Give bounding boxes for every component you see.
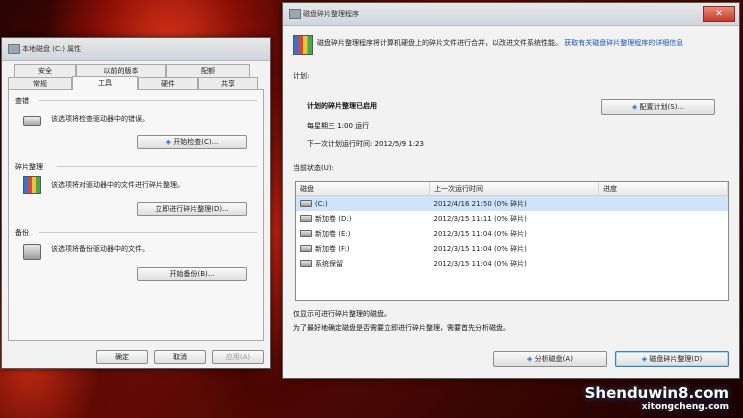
defragment-disk-label: 磁盘碎片整理(D) — [649, 355, 703, 363]
close-button[interactable]: ✕ — [703, 6, 735, 22]
volume-name-cell: 新加卷 (D:) — [296, 211, 430, 226]
drive-icon — [300, 260, 312, 267]
backup-divider — [39, 232, 257, 233]
tab-quota[interactable]: 配额 — [166, 64, 250, 77]
table-row[interactable]: 系统保留 2012/3/15 11:04 (0% 碎片) — [296, 256, 728, 271]
defrag-app-icon — [289, 9, 301, 19]
configure-schedule-button[interactable]: ◈ 配置计划(S)... — [601, 99, 715, 115]
last-run-cell: 2012/3/15 11:04 (0% 碎片) — [433, 229, 527, 238]
defragmenter-window: 磁盘碎片整理程序 ✕ 磁盘碎片整理程序将计算机硬盘上的碎片文件进行合并，以改进文… — [282, 2, 740, 379]
next-run-time: 下一次计划运行时间: 2012/5/9 1:23 — [307, 140, 424, 148]
progress-cell — [599, 196, 728, 212]
learn-more-link[interactable]: 获取有关磁盘碎片整理程序的详细信息 — [564, 39, 683, 47]
drive-icon — [300, 215, 312, 222]
backup-section-title: 备份 — [15, 229, 29, 237]
volume-name-cell: 新加卷 (E:) — [296, 226, 430, 241]
analyze-disk-label: 分析磁盘(A) — [534, 355, 573, 363]
shield-icon: ◈ — [631, 103, 638, 111]
configure-schedule-label: 配置计划(S)... — [639, 103, 685, 111]
apply-button[interactable]: 应用(A) — [212, 350, 264, 364]
note-line-2: 为了最好地确定磁盘是否需要立即进行碎片整理，需要首先分析磁盘。 — [293, 324, 510, 332]
properties-window: 本地磁盘 (C:) 属性 安全 以前的版本 配额 常规 工具 硬件 共享 查错 … — [1, 37, 271, 369]
schedule-label: 计划: — [293, 72, 310, 80]
defragmenter-title: 磁盘碎片整理程序 — [303, 10, 359, 18]
defrag-now-label: 立即进行碎片整理(D)... — [155, 205, 229, 213]
analyze-disk-button[interactable]: ◈ 分析磁盘(A) — [493, 351, 607, 367]
start-backup-label: 开始备份(B)... — [169, 270, 215, 278]
check-divider — [39, 100, 257, 101]
defrag-icon — [23, 176, 41, 194]
column-header-last-run[interactable]: 上一次运行时间 — [429, 182, 599, 196]
table-row[interactable]: 新加卷 (D:) 2012/3/15 11:11 (0% 碎片) — [296, 211, 728, 226]
defrag-section-title: 碎片整理 — [15, 163, 43, 171]
column-header-progress[interactable]: 进度 — [598, 182, 728, 196]
intro-text: 磁盘碎片整理程序将计算机硬盘上的碎片文件进行合并，以改进文件系统性能。 获取有关… — [317, 37, 727, 49]
schedule-when: 每星期三 1:00 运行 — [307, 122, 370, 130]
volume-name: 新加卷 (D:) — [315, 214, 352, 223]
volume-name-cell: 系统保留 — [296, 256, 430, 271]
check-section-title: 查错 — [15, 97, 29, 105]
schedule-status: 计划的碎片整理已启用 — [307, 102, 377, 110]
check-description: 该选项将检查驱动器中的错误。 — [51, 115, 149, 123]
tab-security[interactable]: 安全 — [14, 64, 76, 77]
backup-description: 该选项将备份驱动器中的文件。 — [51, 245, 149, 253]
drive-icon — [300, 230, 312, 237]
defrag-now-button[interactable]: 立即进行碎片整理(D)... — [137, 202, 247, 216]
shield-icon: ◈ — [641, 355, 648, 363]
current-status-label: 当前状态(U): — [293, 164, 334, 172]
start-check-button[interactable]: ◈ 开始检查(C)... — [137, 135, 247, 149]
properties-titlebar[interactable]: 本地磁盘 (C:) 属性 — [2, 38, 270, 61]
shield-icon: ◈ — [165, 138, 172, 146]
cancel-button[interactable]: 取消 — [154, 350, 206, 364]
last-run-cell: 2012/3/15 11:11 (0% 碎片) — [433, 214, 527, 223]
tab-tools[interactable]: 工具 — [72, 76, 138, 90]
tab-panel: 查错 该选项将检查驱动器中的错误。 ◈ 开始检查(C)... 碎片整理 该选项将… — [8, 89, 264, 341]
watermark-main: Shenduwin8.com — [584, 384, 729, 402]
check-disk-icon — [23, 116, 41, 126]
watermark: Shenduwin8.com xitongcheng.com — [585, 384, 729, 412]
column-header-disk[interactable]: 磁盘 — [296, 182, 430, 196]
volume-name: (C:) — [315, 199, 328, 208]
drive-icon — [8, 44, 20, 54]
volume-name: 新加卷 (E:) — [315, 229, 351, 238]
drive-icon — [300, 245, 312, 252]
progress-cell — [599, 256, 728, 271]
windows-drive-icon — [300, 200, 312, 207]
volume-list[interactable]: 磁盘 上一次运行时间 进度 (C:) 2012/4/16 21:50 (0% 碎… — [295, 181, 729, 301]
watermark-sub: xitongcheng.com — [641, 402, 729, 412]
backup-icon — [23, 244, 41, 260]
last-run-cell: 2012/3/15 11:04 (0% 碎片) — [433, 244, 527, 253]
table-row[interactable]: (C:) 2012/4/16 21:50 (0% 碎片) — [296, 195, 728, 212]
last-run-cell: 2012/3/15 11:04 (0% 碎片) — [433, 259, 527, 268]
volume-name-cell: 新加卷 (F:) — [296, 241, 430, 256]
last-run-cell: 2012/4/16 21:50 (0% 碎片) — [433, 199, 527, 208]
start-backup-button[interactable]: 开始备份(B)... — [137, 267, 247, 281]
progress-cell — [599, 211, 728, 226]
defrag-description: 该选项将对驱动器中的文件进行碎片整理。 — [51, 181, 184, 189]
defragmenter-titlebar[interactable]: 磁盘碎片整理程序 ✕ — [283, 3, 739, 26]
note-line-1: 仅显示可进行碎片整理的磁盘。 — [293, 310, 391, 318]
volume-name: 新加卷 (F:) — [315, 244, 350, 253]
defrag-divider — [57, 166, 257, 167]
defragment-disk-button[interactable]: ◈ 磁盘碎片整理(D) — [615, 351, 729, 367]
properties-title: 本地磁盘 (C:) 属性 — [22, 45, 82, 53]
progress-cell — [599, 226, 728, 241]
table-row[interactable]: 新加卷 (F:) 2012/3/15 11:04 (0% 碎片) — [296, 241, 728, 256]
table-row[interactable]: 新加卷 (E:) 2012/3/15 11:04 (0% 碎片) — [296, 226, 728, 241]
start-check-label: 开始检查(C)... — [173, 138, 219, 146]
header-defrag-icon — [293, 35, 313, 55]
ok-button[interactable]: 确定 — [96, 350, 148, 364]
intro-description: 磁盘碎片整理程序将计算机硬盘上的碎片文件进行合并，以改进文件系统性能。 — [317, 39, 562, 47]
volume-name-cell: (C:) — [296, 196, 430, 212]
progress-cell — [599, 241, 728, 256]
volume-name: 系统保留 — [315, 259, 343, 268]
shield-icon: ◈ — [527, 355, 533, 363]
